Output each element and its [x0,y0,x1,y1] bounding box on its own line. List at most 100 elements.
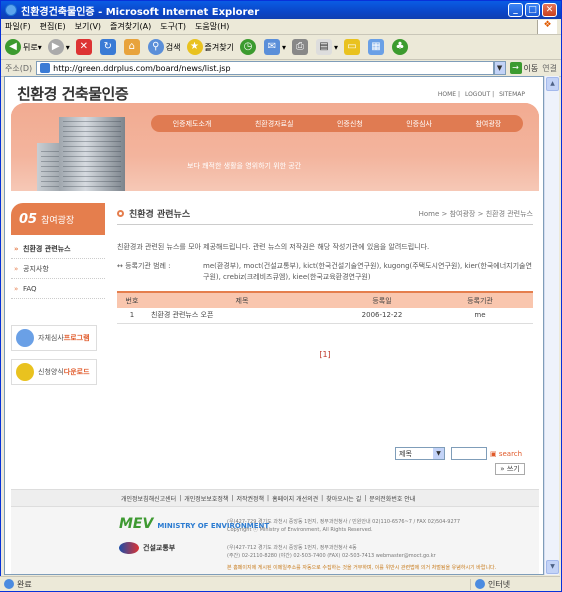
page-done-icon [4,579,14,589]
star-icon: ★ [186,39,203,55]
scroll-down-button[interactable]: ▼ [546,560,559,574]
address-bar: 주소(D) http://green.ddrplus.com/board/new… [1,60,561,77]
status-text: 완료 [17,579,32,589]
title-bar[interactable]: 친환경건축물인증 - Microsoft Internet Explorer _… [1,1,561,19]
menu-file[interactable]: 파일(F) [5,21,31,32]
chevron-down-icon: ▼ [433,448,444,459]
footer-link[interactable]: 찾아오시는 길 [326,494,361,503]
stop-button[interactable]: ✕ [75,39,94,55]
nav-item[interactable]: 인증제도소개 [173,119,212,129]
site-footer: 개인정보침해신고센터 | 개인정보보호정책 | 저작권정책 | 홈페이지 개선의… [11,489,539,574]
research-icon: ▦ [367,39,384,55]
sidebar: 05참여광장 친환경 관련뉴스 공지사항 FAQ 자체심사 프로그램 신청양식 … [11,203,105,385]
nav-item[interactable]: 인증심사 [406,119,432,129]
history-icon: ◷ [239,39,256,55]
document-icon: ▤ [315,39,332,55]
footer-address-2: (우)427-712 경기도 과천시 중앙동 1번지, 정부과천청사 4동 (주간… [227,545,436,559]
toolbar: ◀ 뒤로 ▾ ▶ ▾ ✕ ↻ ⌂ ⚲ 검색 ★ 즐겨찾기 ◷ ✉ ▾ ⎙ ▤ ▾ ▭ ▦ … [1,35,561,60]
footer-link[interactable]: 저작권정책 [236,494,264,503]
page-title: 친환경 관련뉴스 [129,210,191,220]
news-title-link[interactable]: 친환경 관련뉴스 오픈 [147,308,337,324]
mail-button[interactable]: ✉ ▾ [263,39,286,55]
sitemap-link[interactable]: SITEMAP [499,91,525,98]
menu-edit[interactable]: 편집(E) [40,21,66,32]
go-button[interactable]: → 이동 [509,62,538,74]
footer-link[interactable]: 개인정보침해신고센터 [121,494,176,503]
address-dropdown[interactable]: ▼ [493,61,506,75]
forward-button[interactable]: ▶ ▾ [47,39,70,55]
edit-button[interactable]: ▤ ▾ [315,39,338,55]
footer-address-1: (우)427-729 경기도 과천시 중앙동 1번지, 정부과천청사 / 민원안… [227,519,461,533]
address-input[interactable]: http://green.ddrplus.com/board/news/list… [36,61,494,75]
banner-slogan: 보다 쾌적한 생활을 영위하기 위한 공간 [187,162,302,170]
ministry-construction-logo: 건설교통부 [119,542,175,554]
home-button[interactable]: ⌂ [123,39,142,55]
research-button[interactable]: ▦ [367,39,386,55]
nav-item[interactable]: 참여광장 [475,119,501,129]
building-image [59,117,125,191]
search-button[interactable]: ⚲ 검색 [147,39,181,55]
home-link[interactable]: HOME [438,91,456,98]
close-button[interactable]: ✕ [542,3,557,17]
address-url: http://green.ddrplus.com/board/news/list… [53,63,231,73]
table-header: 번호 제목 등록일 등록기관 [117,291,533,308]
search-icon: ⚲ [147,39,164,55]
go-arrow-icon: → [509,62,522,74]
menu-view[interactable]: 보기(V) [75,21,101,32]
back-button[interactable]: ◀ 뒤로 ▾ [5,39,42,55]
menu-help[interactable]: 도움말(H) [195,21,229,32]
review-icon [16,329,34,347]
sidebar-item-faq[interactable]: FAQ [11,279,105,299]
vertical-scrollbar[interactable]: ▲ ▼ [544,76,559,575]
nav-item[interactable]: 친환경자료실 [255,119,294,129]
main-nav: 인증제도소개 친환경자료실 인증신청 인증심사 참여광장 [151,115,523,132]
site-logo[interactable]: 친환경 건축물인증 [17,83,129,104]
maximize-button[interactable]: □ [525,3,540,17]
search-input[interactable] [451,447,487,460]
moct-emblem-icon [119,542,139,554]
discuss-button[interactable]: ▭ [343,39,362,55]
table-row[interactable]: 1 친환경 관련뉴스 오픈 2006-12-22 me [117,308,533,324]
main-content: 친환경 관련뉴스 Home > 참여광장 > 친환경 관련뉴스 친환경과 관련된… [117,203,533,475]
sidebar-item-news[interactable]: 친환경 관련뉴스 [11,239,105,259]
search-field-select[interactable]: 제목 ▼ [395,447,445,460]
stop-icon: ✕ [75,39,92,55]
nav-item[interactable]: 인증신청 [337,119,363,129]
mail-icon: ✉ [263,39,280,55]
messenger-button[interactable]: ♣ [391,39,410,55]
pagination[interactable]: [1] [117,350,533,359]
top-links: HOME | LOGOUT | SITEMAP [437,91,525,98]
footer-links: 개인정보침해신고센터 | 개인정보보호정책 | 저작권정책 | 홈페이지 개선의… [11,490,539,507]
download-icon [16,363,34,381]
footer-link[interactable]: 문의전화번호 안내 [369,494,415,503]
menu-favorites[interactable]: 즐겨찾기(A) [110,21,151,32]
agency-legend: ↔ 등록기관 범례 : me(환경부), moct(건설교통부), kict(한… [117,262,532,281]
folder-icon: ▭ [343,39,360,55]
sidebar-menu: 친환경 관련뉴스 공지사항 FAQ [11,239,105,299]
links-button[interactable]: 연결 [542,63,557,74]
status-bar: 완료 인터넷 [0,576,560,591]
write-button[interactable]: » 쓰기 [495,463,525,475]
page-viewport: 친환경 건축물인증 HOME | LOGOUT | SITEMAP 인증제도소개… [4,76,544,575]
page-icon [40,63,51,73]
print-button[interactable]: ⎙ [291,39,310,55]
history-button[interactable]: ◷ [239,39,258,55]
form-download-banner[interactable]: 신청양식 다운로드 [11,359,97,385]
scroll-up-button[interactable]: ▲ [546,77,559,91]
title-circle-icon [117,210,124,217]
sidebar-item-notice[interactable]: 공지사항 [11,259,105,279]
intro-text: 친환경과 관련된 뉴스를 모아 제공해드립니다. 관련 뉴스의 저작권은 해당 … [117,243,430,251]
news-table: 번호 제목 등록일 등록기관 1 친환경 관련뉴스 오픈 2006-12-22 … [117,291,533,324]
self-review-banner[interactable]: 자체심사 프로그램 [11,325,97,351]
favorites-button[interactable]: ★ 즐겨찾기 [186,39,234,55]
back-arrow-icon: ◀ [5,39,21,55]
refresh-button[interactable]: ↻ [99,39,118,55]
hero-banner: 인증제도소개 친환경자료실 인증신청 인증심사 참여광장 보다 쾌적한 생활을 … [11,103,539,191]
menu-tools[interactable]: 도구(T) [160,21,186,32]
internet-zone-icon [475,579,485,589]
footer-link[interactable]: 개인정보보호정책 [184,494,228,503]
logout-link[interactable]: LOGOUT [465,91,490,98]
search-button[interactable]: ▣ search [490,450,522,458]
footer-link[interactable]: 홈페이지 개선의견 [272,494,318,503]
minimize-button[interactable]: _ [508,3,523,17]
